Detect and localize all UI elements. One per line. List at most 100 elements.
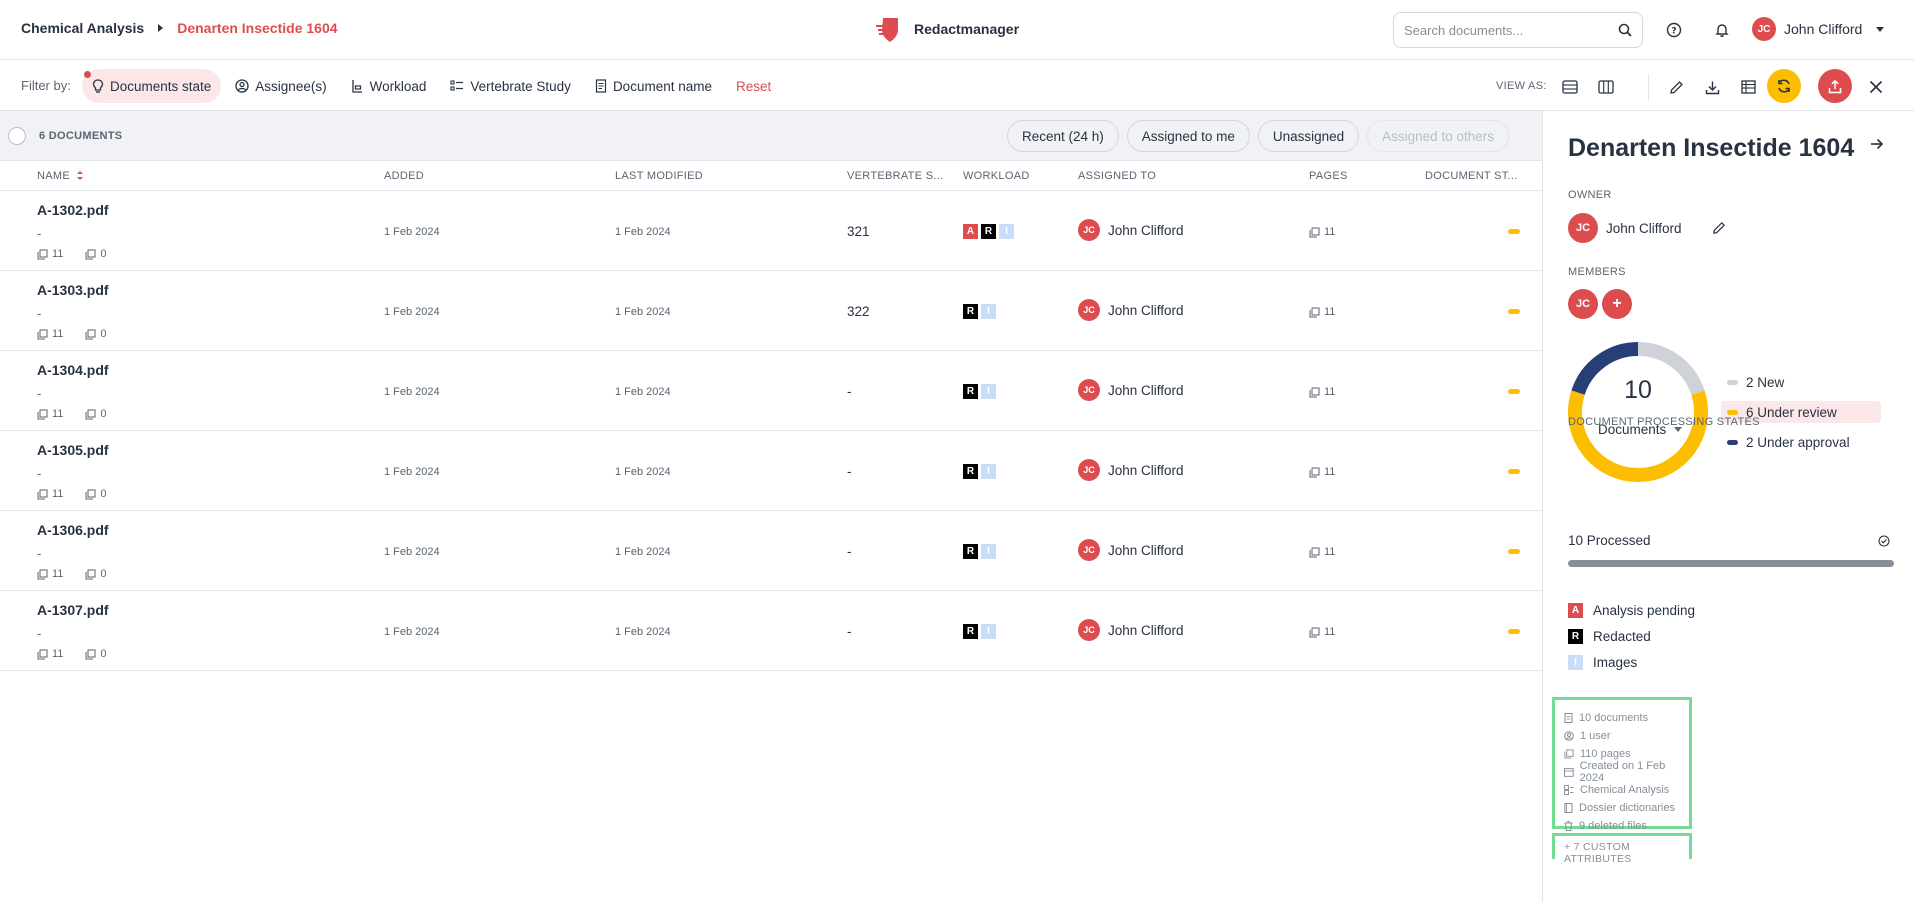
active-filter-dot — [84, 71, 91, 78]
quick-filter-recent[interactable]: Recent (24 h) — [1007, 120, 1119, 152]
download-button[interactable] — [1700, 75, 1724, 99]
book-icon — [1564, 803, 1573, 813]
help-icon[interactable]: ? — [1663, 19, 1685, 41]
collapse-panel-icon[interactable] — [1870, 138, 1884, 150]
pages-icon — [1309, 467, 1320, 477]
user-circle-icon — [1564, 731, 1574, 741]
filter-assignees[interactable]: Assignee(s) — [225, 69, 336, 103]
column-header-added[interactable]: ADDED — [384, 170, 424, 182]
column-header-workload[interactable]: WORKLOAD — [963, 170, 1030, 182]
comments-icon — [85, 649, 96, 659]
list-view-button[interactable] — [1558, 75, 1582, 99]
stat-text: Dossier dictionaries — [1579, 802, 1675, 814]
filter-label-text: Documents state — [110, 78, 212, 94]
upload-button[interactable] — [1818, 69, 1852, 103]
user-circle-icon — [235, 79, 249, 93]
search-input[interactable] — [1404, 22, 1618, 38]
assignee[interactable]: JC John Clifford — [1078, 219, 1184, 241]
search-box[interactable] — [1393, 12, 1643, 48]
document-state-indicator — [1508, 309, 1520, 314]
assignee[interactable]: JC John Clifford — [1078, 379, 1184, 401]
images-badge: I — [981, 384, 996, 399]
edit-button[interactable] — [1664, 75, 1688, 99]
column-header-document-state[interactable]: DOCUMENT ST... — [1425, 170, 1518, 182]
document-state-indicator — [1508, 229, 1520, 234]
legend-item-under-approval[interactable]: 2 Under approval — [1721, 431, 1881, 453]
table-row[interactable]: A-1303.pdf - 11 0 1 Feb 2024 1 Feb 2024 … — [0, 271, 1542, 351]
file-name[interactable]: A-1303.pdf — [37, 282, 109, 298]
bell-icon[interactable] — [1711, 19, 1733, 41]
quick-filter-unassigned[interactable]: Unassigned — [1257, 120, 1360, 152]
close-button[interactable] — [1864, 75, 1888, 99]
processed-count: 10 Processed — [1568, 533, 1651, 548]
board-view-button[interactable] — [1594, 75, 1618, 99]
sort-icon[interactable] — [76, 170, 84, 181]
legend-label: 2 New — [1746, 374, 1785, 390]
member-avatar[interactable]: JC — [1568, 289, 1598, 319]
assignee[interactable]: JC John Clifford — [1078, 539, 1184, 561]
workload-badges: R I — [963, 624, 996, 639]
pages-cell: 11 — [1309, 546, 1335, 558]
file-name[interactable]: A-1302.pdf — [37, 202, 109, 218]
breadcrumb-current[interactable]: Denarten Insectide 1604 — [177, 20, 337, 36]
owner: JC John Clifford — [1568, 213, 1726, 243]
avatar: JC — [1078, 379, 1100, 401]
table-row[interactable]: A-1304.pdf - 11 0 1 Feb 2024 1 Feb 2024 … — [0, 351, 1542, 431]
added-date: 1 Feb 2024 — [384, 306, 440, 318]
page-count: 11 — [1324, 386, 1336, 398]
assignee-name: John Clifford — [1108, 462, 1184, 478]
column-header-last-modified[interactable]: LAST MODIFIED — [615, 170, 703, 182]
pages-cell: 11 — [1309, 626, 1335, 638]
pages-icon — [37, 489, 48, 499]
filter-document-name[interactable]: Document name — [585, 69, 722, 103]
pages-icon — [1309, 387, 1320, 397]
column-header-vertebrate-study[interactable]: VERTEBRATE S... — [847, 170, 943, 182]
table-row[interactable]: A-1307.pdf - 11 0 1 Feb 2024 1 Feb 2024 … — [0, 591, 1542, 671]
select-all-checkbox[interactable] — [8, 127, 26, 145]
add-member-button[interactable]: + — [1602, 289, 1632, 319]
legend-swatch — [1727, 409, 1738, 415]
brand-logo[interactable]: Redactmanager — [874, 14, 1019, 44]
reanalyse-button[interactable] — [1767, 69, 1801, 103]
redacted-badge: R — [981, 224, 996, 239]
stat-dictionaries: Dossier dictionaries — [1564, 799, 1689, 817]
file-name[interactable]: A-1304.pdf — [37, 362, 109, 378]
processing-progress-bar — [1568, 560, 1894, 567]
column-header-pages[interactable]: PAGES — [1309, 170, 1348, 182]
modified-date: 1 Feb 2024 — [615, 466, 671, 478]
filter-workload[interactable]: Workload — [341, 69, 437, 103]
table-row[interactable]: A-1302.pdf - 11 0 1 Feb 2024 1 Feb 2024 … — [0, 191, 1542, 271]
stat-documents: 10 documents — [1564, 709, 1689, 727]
assignee[interactable]: JC John Clifford — [1078, 619, 1184, 641]
quick-filter-assigned-to-others[interactable]: Assigned to others — [1367, 120, 1509, 152]
legend-item-new[interactable]: 2 New — [1721, 371, 1881, 393]
file-comment-count: 0 — [100, 248, 107, 260]
table-row[interactable]: A-1306.pdf - 11 0 1 Feb 2024 1 Feb 2024 … — [0, 511, 1542, 591]
pencil-icon[interactable] — [1712, 221, 1726, 235]
document-state-indicator — [1508, 469, 1520, 474]
quick-filter-assigned-to-me[interactable]: Assigned to me — [1126, 120, 1250, 152]
table-export-button[interactable] — [1736, 75, 1760, 99]
filter-label: Filter by: — [21, 78, 71, 93]
search-icon[interactable] — [1618, 23, 1632, 37]
file-description: - — [37, 626, 42, 641]
column-header-name[interactable]: NAME — [37, 170, 84, 182]
file-name[interactable]: A-1305.pdf — [37, 442, 109, 458]
stat-users: 1 user — [1564, 727, 1689, 745]
column-header-assigned-to[interactable]: ASSIGNED TO — [1078, 170, 1156, 182]
reset-filters-button[interactable]: Reset — [726, 69, 781, 103]
file-name[interactable]: A-1306.pdf — [37, 522, 109, 538]
close-icon — [1869, 80, 1883, 94]
file-meta: 11 0 — [37, 248, 107, 260]
file-name[interactable]: A-1307.pdf — [37, 602, 109, 618]
assignee[interactable]: JC John Clifford — [1078, 459, 1184, 481]
assignee[interactable]: JC John Clifford — [1078, 299, 1184, 321]
user-menu[interactable]: JC John Clifford — [1752, 17, 1885, 41]
table-row[interactable]: A-1305.pdf - 11 0 1 Feb 2024 1 Feb 2024 … — [0, 431, 1542, 511]
custom-attributes-toggle[interactable]: + 7 CUSTOM ATTRIBUTES — [1552, 833, 1692, 865]
dossier-details-panel: Denarten Insectide 1604 OWNER JC John Cl… — [1542, 111, 1914, 902]
breadcrumb-parent[interactable]: Chemical Analysis — [21, 20, 144, 36]
filter-documents-state[interactable]: Documents state — [82, 69, 222, 103]
filter-vertebrate-study[interactable]: Vertebrate Study — [440, 69, 581, 103]
stat-text: Chemical Analysis — [1580, 784, 1670, 796]
